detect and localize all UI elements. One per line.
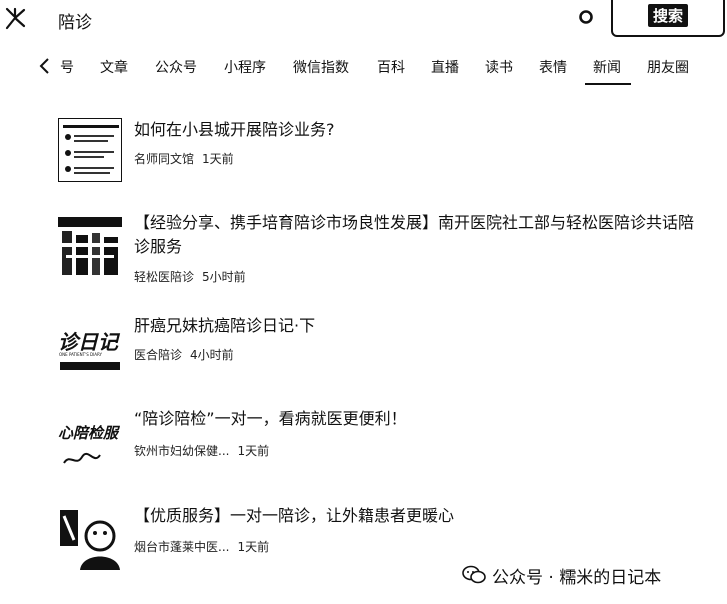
result-title[interactable]: 肝癌兄妹抗癌陪诊日记·下 xyxy=(134,314,704,338)
result-thumbnail xyxy=(58,506,122,570)
result-time: 1天前 xyxy=(237,540,270,554)
thumbnail-subheading: ONE PATIENT'S DIARY xyxy=(59,352,102,357)
result-time: 4小时前 xyxy=(190,348,234,362)
clear-icon[interactable] xyxy=(578,9,594,25)
result-time: 1天前 xyxy=(237,444,270,458)
squiggle-decoration-icon xyxy=(63,452,101,464)
search-button[interactable]: 搜索 xyxy=(611,0,725,37)
result-meta: 轻松医陪诊 5小时前 xyxy=(134,268,246,285)
tab-official-accounts[interactable]: 公众号 xyxy=(155,57,197,77)
result-thumbnail: 诊日记 ONE PATIENT'S DIARY xyxy=(58,314,122,378)
result-meta: 烟台市蓬莱中医... 1天前 xyxy=(134,538,269,555)
result-title[interactable]: “陪诊陪检”一对一，看病就医更便利！ xyxy=(134,407,704,431)
chevron-left-icon[interactable] xyxy=(38,57,52,75)
result-source: 名师同文馆 xyxy=(134,152,195,166)
result-time: 1天前 xyxy=(202,152,234,166)
watermark-text: 公众号 · 糯米的日记本 xyxy=(492,567,662,588)
thumbnail-heading: 诊日记 xyxy=(58,330,118,354)
tab-encyclopedia[interactable]: 百科 xyxy=(377,57,405,77)
portrait-thumbnail-icon xyxy=(58,506,122,570)
category-tabs: 号 文章 公众号 小程序 微信指数 百科 直播 读书 表情 新闻 朋友圈 xyxy=(0,50,727,86)
result-meta: 名师同文馆 1天前 xyxy=(134,150,234,167)
news-result-item[interactable]: 诊日记 ONE PATIENT'S DIARY 肝癌兄妹抗癌陪诊日记·下 医合陪… xyxy=(58,314,718,380)
thumbnail-stripe xyxy=(60,362,120,370)
result-thumbnail: 心陪检服 xyxy=(58,407,122,471)
tab-wechat-index[interactable]: 微信指数 xyxy=(293,57,349,77)
wechat-search-logo-icon xyxy=(5,7,26,30)
thumbnail-heading: 心陪检服 xyxy=(58,424,119,442)
result-thumbnail xyxy=(58,118,122,182)
watermark: 公众号 · 糯米的日记本 xyxy=(462,562,661,588)
top-bar: 陪诊 搜索 xyxy=(0,0,727,40)
wechat-icon xyxy=(462,565,486,584)
active-tab-indicator xyxy=(585,83,631,85)
result-source: 钦州市妇幼保健... xyxy=(134,444,230,458)
result-thumbnail xyxy=(58,215,122,279)
result-source: 医合陪诊 xyxy=(134,348,183,362)
search-button-label: 搜索 xyxy=(647,4,688,27)
tab-live[interactable]: 直播 xyxy=(431,57,459,77)
result-title[interactable]: 【优质服务】一对一陪诊，让外籍患者更暖心 xyxy=(134,504,704,528)
news-result-item[interactable]: 心陪检服 “陪诊陪检”一对一，看病就医更便利！ 钦州市妇幼保健... 1天前 xyxy=(58,407,718,473)
result-source: 烟台市蓬莱中医... xyxy=(134,540,230,554)
tab-account[interactable]: 号 xyxy=(60,57,74,77)
result-meta: 钦州市妇幼保健... 1天前 xyxy=(134,442,269,459)
tab-news[interactable]: 新闻 xyxy=(593,57,621,77)
result-source: 轻松医陪诊 xyxy=(134,270,195,284)
result-time: 5小时前 xyxy=(202,270,246,284)
tab-reading[interactable]: 读书 xyxy=(485,57,513,77)
search-input[interactable]: 陪诊 xyxy=(58,8,92,33)
result-meta: 医合陪诊 4小时前 xyxy=(134,346,234,363)
tab-stickers[interactable]: 表情 xyxy=(539,57,567,77)
tab-moments[interactable]: 朋友圈 xyxy=(647,57,689,77)
tab-mini-programs[interactable]: 小程序 xyxy=(224,57,266,77)
result-title[interactable]: 如何在小县城开展陪诊业务? xyxy=(134,118,704,142)
photo-thumbnail-icon xyxy=(58,215,122,279)
news-result-item[interactable]: 【经验分享、携手培育陪诊市场良性发展】南开医院社工部与轻松医陪诊共话陪诊服务 轻… xyxy=(58,211,718,285)
result-title[interactable]: 【经验分享、携手培育陪诊市场良性发展】南开医院社工部与轻松医陪诊共话陪诊服务 xyxy=(134,211,704,259)
document-thumbnail-icon xyxy=(63,125,119,174)
news-result-item[interactable]: 如何在小县城开展陪诊业务? 名师同文馆 1天前 xyxy=(58,118,718,184)
tab-articles[interactable]: 文章 xyxy=(100,57,128,77)
